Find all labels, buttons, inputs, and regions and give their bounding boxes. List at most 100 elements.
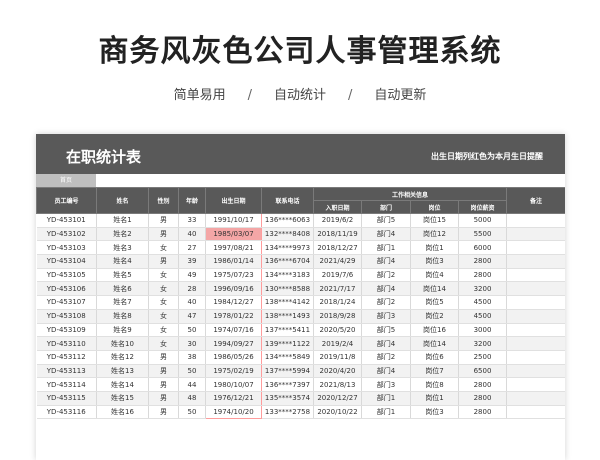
cell-hire[interactable]: 2019/6/2 (313, 213, 362, 228)
cell-gender[interactable]: 男 (148, 213, 179, 228)
cell-age[interactable]: 40 (178, 227, 206, 242)
cell-phone[interactable]: 134****9973 (261, 240, 314, 256)
cell-gender[interactable]: 女 (148, 336, 179, 351)
cell-hire[interactable]: 2018/1/24 (313, 295, 362, 310)
cell-remark[interactable] (506, 281, 565, 297)
cell-name[interactable]: 姓名15 (96, 391, 149, 406)
cell-phone[interactable]: 134****3183 (261, 268, 314, 283)
cell-salary[interactable]: 2800 (458, 268, 508, 283)
cell-birth[interactable]: 1986/01/14 (205, 254, 262, 269)
cell-post[interactable]: 岗位15 (410, 213, 459, 228)
cell-birth[interactable]: 1978/01/22 (205, 309, 262, 324)
cell-birth[interactable]: 1997/08/21 (205, 240, 262, 256)
cell-birth[interactable]: 1975/07/23 (205, 268, 262, 283)
cell-age[interactable]: 39 (178, 254, 206, 269)
cell-name[interactable]: 姓名5 (96, 268, 149, 283)
cell-remark[interactable] (506, 309, 565, 324)
cell-age[interactable]: 50 (178, 405, 206, 420)
cell-dept[interactable]: 部门4 (361, 227, 411, 242)
cell-hire[interactable]: 2020/5/20 (313, 323, 362, 338)
cell-hire[interactable]: 2020/10/22 (313, 405, 362, 420)
cell-hire[interactable]: 2021/7/17 (313, 281, 362, 297)
cell-hire[interactable]: 2018/9/28 (313, 309, 362, 324)
cell-post[interactable]: 岗位4 (410, 268, 459, 283)
cell-name[interactable]: 姓名7 (96, 295, 149, 310)
cell-dept[interactable]: 部门2 (361, 268, 411, 283)
cell-post[interactable]: 岗位16 (410, 323, 459, 338)
cell-id[interactable]: YD-453102 (36, 227, 97, 242)
cell-phone[interactable]: 136****6704 (261, 254, 314, 269)
cell-remark[interactable] (506, 350, 565, 365)
cell-name[interactable]: 姓名1 (96, 213, 149, 228)
cell-age[interactable]: 50 (178, 323, 206, 338)
cell-salary[interactable]: 5000 (458, 213, 508, 228)
cell-age[interactable]: 50 (178, 364, 206, 379)
cell-id[interactable]: YD-453103 (36, 240, 97, 256)
cell-dept[interactable]: 部门3 (361, 377, 411, 392)
cell-age[interactable]: 44 (178, 377, 206, 392)
cell-dept[interactable]: 部门3 (361, 309, 411, 324)
cell-age[interactable]: 33 (178, 213, 206, 228)
cell-remark[interactable] (506, 336, 565, 351)
cell-remark[interactable] (506, 377, 565, 392)
cell-age[interactable]: 30 (178, 336, 206, 351)
cell-hire[interactable]: 2019/2/4 (313, 336, 362, 351)
cell-hire[interactable]: 2021/4/29 (313, 254, 362, 269)
cell-id[interactable]: YD-453108 (36, 309, 97, 324)
cell-age[interactable]: 38 (178, 350, 206, 365)
cell-birth[interactable]: 1976/12/21 (205, 391, 262, 406)
cell-post[interactable]: 岗位1 (410, 240, 459, 256)
cell-birth[interactable]: 1991/10/17 (205, 213, 262, 228)
cell-hire[interactable]: 2019/11/8 (313, 350, 362, 365)
cell-name[interactable]: 姓名4 (96, 254, 149, 269)
cell-phone[interactable]: 137****5411 (261, 323, 314, 338)
cell-id[interactable]: YD-453109 (36, 323, 97, 338)
cell-salary[interactable]: 2800 (458, 254, 508, 269)
cell-gender[interactable]: 男 (148, 227, 179, 242)
cell-hire[interactable]: 2018/11/19 (313, 227, 362, 242)
cell-phone[interactable]: 137****5994 (261, 364, 314, 379)
cell-remark[interactable] (506, 254, 565, 269)
cell-name[interactable]: 姓名16 (96, 405, 149, 420)
cell-post[interactable]: 岗位3 (410, 254, 459, 269)
cell-name[interactable]: 姓名6 (96, 281, 149, 297)
cell-age[interactable]: 27 (178, 240, 206, 256)
cell-gender[interactable]: 男 (148, 364, 179, 379)
cell-post[interactable]: 岗位6 (410, 350, 459, 365)
cell-name[interactable]: 姓名13 (96, 364, 149, 379)
cell-hire[interactable]: 2020/4/20 (313, 364, 362, 379)
cell-post[interactable]: 岗位3 (410, 405, 459, 420)
cell-age[interactable]: 48 (178, 391, 206, 406)
home-tab[interactable]: 首页 (36, 174, 96, 187)
cell-hire[interactable]: 2021/8/13 (313, 377, 362, 392)
cell-gender[interactable]: 男 (148, 350, 179, 365)
cell-salary[interactable]: 4500 (458, 309, 508, 324)
cell-post[interactable]: 岗位2 (410, 309, 459, 324)
cell-phone[interactable]: 130****8588 (261, 281, 314, 297)
cell-name[interactable]: 姓名8 (96, 309, 149, 324)
cell-post[interactable]: 岗位14 (410, 336, 459, 351)
cell-dept[interactable]: 部门4 (361, 254, 411, 269)
cell-salary[interactable]: 3000 (458, 323, 508, 338)
cell-dept[interactable]: 部门1 (361, 391, 411, 406)
cell-id[interactable]: YD-453101 (36, 213, 97, 228)
cell-dept[interactable]: 部门1 (361, 240, 411, 256)
cell-phone[interactable]: 132****8408 (261, 227, 314, 242)
cell-id[interactable]: YD-453110 (36, 336, 97, 351)
cell-salary[interactable]: 3200 (458, 281, 508, 297)
cell-phone[interactable]: 135****3574 (261, 391, 314, 406)
cell-birth[interactable]: 1974/10/20 (205, 405, 262, 420)
cell-salary[interactable]: 2800 (458, 405, 508, 420)
cell-hire[interactable]: 2019/7/6 (313, 268, 362, 283)
cell-gender[interactable]: 男 (148, 391, 179, 406)
cell-birth[interactable]: 1974/07/16 (205, 323, 262, 338)
cell-birth[interactable]: 1994/09/27 (205, 336, 262, 351)
cell-remark[interactable] (506, 213, 565, 228)
cell-gender[interactable]: 女 (148, 268, 179, 283)
cell-phone[interactable]: 133****2758 (261, 405, 314, 420)
cell-birth[interactable]: 1985/03/07 (205, 227, 262, 242)
cell-phone[interactable]: 139****1122 (261, 336, 314, 351)
cell-age[interactable]: 49 (178, 268, 206, 283)
cell-gender[interactable]: 男 (148, 377, 179, 392)
cell-gender[interactable]: 女 (148, 309, 179, 324)
